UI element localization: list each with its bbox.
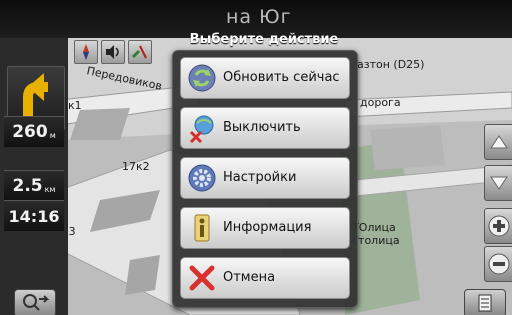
- information-button[interactable]: Информация: [180, 207, 350, 249]
- distance-to-turn-unit: м: [49, 130, 56, 140]
- refresh-icon: [187, 63, 217, 93]
- map-house-label: к1: [68, 99, 82, 112]
- gps-signal-icon[interactable]: [128, 40, 152, 64]
- disconnect-label: Выключить: [223, 120, 301, 135]
- dialog-title: Выберите действие: [189, 32, 339, 47]
- volume-icon[interactable]: [101, 40, 125, 64]
- map-street-label: дорога: [360, 96, 401, 109]
- settings-label: Настройки: [223, 170, 297, 185]
- navigator-screen: на Юг Передовиков к1 17к2 17к3 азтон (D2…: [0, 0, 512, 315]
- refresh-now-button[interactable]: Обновить сейчас: [180, 57, 350, 99]
- plus-icon: [488, 215, 510, 237]
- distance-to-turn: 260 м: [4, 116, 64, 147]
- dialog-body: Обновить сейчас Выключить Настройки Инфо…: [172, 50, 358, 308]
- disconnect-button[interactable]: Выключить: [180, 107, 350, 149]
- compass-icon[interactable]: [74, 40, 98, 64]
- search-route-icon: [23, 294, 50, 311]
- refresh-now-label: Обновить сейчас: [223, 70, 340, 85]
- arrival-time: 14:16: [4, 200, 64, 231]
- information-label: Информация: [223, 220, 312, 235]
- map-street-label: столица: [352, 234, 400, 247]
- action-dialog: Выберите действие Обновить сейчас Выключ…: [172, 30, 358, 308]
- minus-icon: [488, 253, 510, 275]
- zoom-in-button[interactable]: [484, 208, 512, 244]
- cancel-icon: [187, 263, 217, 293]
- scroll-down-button[interactable]: [484, 165, 512, 201]
- left-info-panel: 260 м 2.5 км 14:16: [0, 38, 68, 315]
- settings-button[interactable]: Настройки: [180, 157, 350, 199]
- arrow-down-icon: [490, 176, 508, 190]
- zoom-out-button[interactable]: [484, 246, 512, 282]
- scroll-up-button[interactable]: [484, 124, 512, 160]
- info-icon: [187, 213, 217, 243]
- next-street-name: на Юг: [226, 6, 292, 28]
- settings-gear-icon: [187, 163, 217, 193]
- list-menu-icon: [478, 294, 492, 312]
- menu-button[interactable]: [464, 289, 506, 315]
- cancel-label: Отмена: [223, 270, 276, 285]
- search-route-button[interactable]: [14, 289, 56, 315]
- disconnect-icon: [187, 113, 217, 144]
- remaining-distance-unit: км: [44, 184, 56, 194]
- map-street-label: ТОлица: [352, 221, 396, 234]
- remaining-distance-value: 2.5: [12, 176, 43, 196]
- arrow-up-icon: [490, 135, 508, 149]
- map-house-label: 17к2: [122, 160, 150, 173]
- status-icon-strip: [74, 40, 152, 64]
- map-street-label: азтон (D25): [357, 58, 425, 71]
- cancel-button[interactable]: Отмена: [180, 257, 350, 299]
- remaining-distance: 2.5 км: [4, 170, 64, 201]
- distance-to-turn-value: 260: [12, 122, 48, 142]
- arrival-time-value: 14:16: [8, 206, 60, 226]
